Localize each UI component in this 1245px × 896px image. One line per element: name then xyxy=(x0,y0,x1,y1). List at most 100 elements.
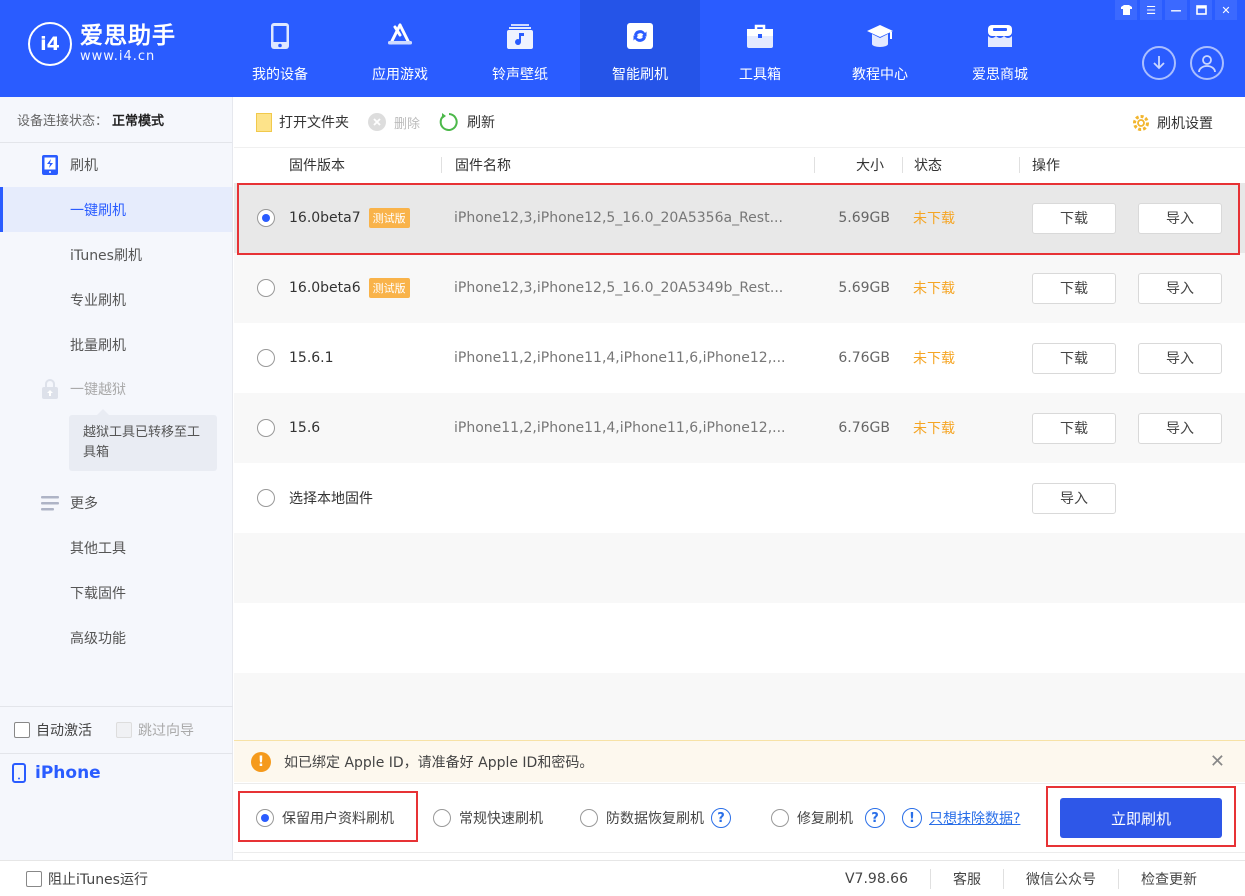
mode-quick-flash[interactable]: 常规快速刷机 xyxy=(433,808,543,828)
logo: i4 爱思助手 www.i4.cn xyxy=(28,22,176,66)
mode-repair-flash[interactable]: 修复刷机 ? xyxy=(771,808,885,828)
sidebar-item-jailbreak[interactable]: 一键越狱 xyxy=(0,367,232,411)
jailbreak-moved-tip: 越狱工具已转移至工具箱 xyxy=(69,409,217,471)
status-badge: 未下载 xyxy=(913,211,955,227)
gear-icon xyxy=(1131,113,1151,133)
skip-guide-checkbox[interactable] xyxy=(116,722,132,738)
window-controls: ☰ — ✕ xyxy=(1115,0,1237,20)
info-icon: ! xyxy=(902,808,922,828)
nav-tutorials[interactable]: 教程中心 xyxy=(820,0,940,97)
nav-apps-games[interactable]: 应用游戏 xyxy=(340,0,460,97)
table-row[interactable]: 15.6.1 iPhone11,2,iPhone11,4,iPhone11,6,… xyxy=(234,323,1245,393)
refresh-box-icon xyxy=(626,22,654,50)
sidebar-item-itunes-flash[interactable]: iTunes刷机 xyxy=(0,232,232,277)
sidebar-item-one-click-flash[interactable]: 一键刷机 xyxy=(0,187,232,232)
import-local-button[interactable]: 导入 xyxy=(1032,482,1116,514)
empty-row xyxy=(234,603,1245,673)
download-button[interactable]: 下载 xyxy=(1032,202,1116,234)
wechat-link[interactable]: 微信公众号 xyxy=(1003,868,1118,889)
check-update-link[interactable]: 检查更新 xyxy=(1118,868,1219,889)
close-icon[interactable]: ✕ xyxy=(1215,0,1237,20)
app-store-icon xyxy=(386,22,414,50)
beta-badge: 测试版 xyxy=(368,278,410,298)
open-folder-button[interactable]: 打开文件夹 xyxy=(256,112,349,132)
import-button[interactable]: 导入 xyxy=(1138,342,1222,374)
refresh-button[interactable]: 刷新 xyxy=(438,111,495,133)
empty-row xyxy=(234,533,1245,603)
maximize-icon[interactable] xyxy=(1190,0,1212,20)
row-radio[interactable] xyxy=(257,349,275,367)
sidebar-item-batch-flash[interactable]: 批量刷机 xyxy=(0,322,232,367)
logo-url: www.i4.cn xyxy=(80,49,156,64)
phone-icon xyxy=(266,22,294,50)
menu-lines-icon xyxy=(40,493,60,513)
col-name: 固件名称 xyxy=(455,158,511,174)
sidebar-group-flash: 刷机 xyxy=(0,143,232,187)
store-icon xyxy=(986,22,1014,50)
auto-activate-checkbox[interactable] xyxy=(14,722,30,738)
block-itunes-option[interactable]: 阻止iTunes运行 xyxy=(26,869,148,889)
row-radio[interactable] xyxy=(257,489,275,507)
customer-service-link[interactable]: 客服 xyxy=(930,868,1003,889)
connection-mode: 正常模式 xyxy=(112,114,165,129)
download-icon[interactable] xyxy=(1142,46,1176,80)
nav-ringtones[interactable]: 铃声壁纸 xyxy=(460,0,580,97)
help-icon[interactable]: ? xyxy=(711,808,731,828)
local-firmware-row[interactable]: 选择本地固件 导入 xyxy=(234,463,1245,533)
sidebar-item-other-tools[interactable]: 其他工具 xyxy=(0,525,232,570)
table-row[interactable]: 15.6 iPhone11,2,iPhone11,4,iPhone11,6,iP… xyxy=(234,393,1245,463)
connection-status: 设备连接状态： 正常模式 xyxy=(0,97,232,143)
delete-button[interactable]: 删除 xyxy=(367,112,420,132)
row-radio[interactable] xyxy=(257,209,275,227)
download-button[interactable]: 下载 xyxy=(1032,412,1116,444)
import-button[interactable]: 导入 xyxy=(1138,272,1222,304)
warning-icon: ! xyxy=(251,751,271,772)
refresh-icon xyxy=(438,111,460,133)
table-row[interactable]: 16.0beta6 测试版 iPhone12,3,iPhone12,5_16.0… xyxy=(234,253,1245,323)
flash-mode-options: 保留用户资料刷机 常规快速刷机 防数据恢复刷机 ? 修复刷机 ? ! 只想抹除数… xyxy=(234,783,1245,853)
nav-store[interactable]: 爱思商城 xyxy=(940,0,1060,97)
status-badge: 未下载 xyxy=(913,351,955,367)
delete-icon xyxy=(367,112,387,132)
nav-my-device[interactable]: 我的设备 xyxy=(220,0,340,97)
device-indicator[interactable]: iPhone xyxy=(12,763,101,783)
notice-bar: ! 如已绑定 Apple ID，请准备好 Apple ID和密码。 ✕ xyxy=(234,740,1245,782)
col-size: 大小 xyxy=(856,158,884,174)
beta-badge: 测试版 xyxy=(368,208,410,228)
minimize-icon[interactable]: — xyxy=(1165,0,1187,20)
row-radio[interactable] xyxy=(257,419,275,437)
flash-now-button[interactable]: 立即刷机 xyxy=(1060,798,1222,838)
mode-keep-data[interactable]: 保留用户资料刷机 xyxy=(256,808,394,828)
nav-smart-flash[interactable]: 智能刷机 xyxy=(580,0,700,97)
erase-data-link[interactable]: ! 只想抹除数据? xyxy=(902,808,1020,828)
table-row[interactable]: 16.0beta7 测试版 iPhone12,3,iPhone12,5_16.0… xyxy=(234,183,1245,253)
download-button[interactable]: 下载 xyxy=(1032,272,1116,304)
nav-toolbox[interactable]: 工具箱 xyxy=(700,0,820,97)
music-icon xyxy=(506,22,534,50)
sidebar: 设备连接状态： 正常模式 刷机 一键刷机 iTunes刷机 专业刷机 批量刷机 … xyxy=(0,97,233,860)
sidebar-item-pro-flash[interactable]: 专业刷机 xyxy=(0,277,232,322)
user-icon[interactable] xyxy=(1190,46,1224,80)
status-bar: 阻止iTunes运行 V7.98.66 客服 微信公众号 检查更新 xyxy=(0,860,1245,896)
flash-phone-icon xyxy=(40,155,60,175)
menu-icon[interactable]: ☰ xyxy=(1140,0,1162,20)
block-itunes-checkbox[interactable] xyxy=(26,870,42,887)
col-version: 固件版本 xyxy=(289,158,345,174)
toolbox-icon xyxy=(746,22,774,50)
close-notice-icon[interactable]: ✕ xyxy=(1210,751,1225,772)
table-header: 固件版本 固件名称 大小 状态 操作 xyxy=(234,148,1245,182)
download-button[interactable]: 下载 xyxy=(1032,342,1116,374)
main-nav: 我的设备 应用游戏 铃声壁纸 智能刷机 工具箱 教程中心 爱思商城 xyxy=(220,0,1060,97)
row-radio[interactable] xyxy=(257,279,275,297)
flash-settings-button[interactable]: 刷机设置 xyxy=(1131,113,1213,133)
sidebar-item-advanced[interactable]: 高级功能 xyxy=(0,615,232,660)
import-button[interactable]: 导入 xyxy=(1138,412,1222,444)
import-button[interactable]: 导入 xyxy=(1138,202,1222,234)
help-icon[interactable]: ? xyxy=(865,808,885,828)
mode-anti-recovery[interactable]: 防数据恢复刷机 ? xyxy=(580,808,731,828)
col-action: 操作 xyxy=(1032,158,1060,174)
skin-icon[interactable] xyxy=(1115,0,1137,20)
sidebar-options: 自动激活 跳过向导 xyxy=(0,706,233,754)
version-label: V7.98.66 xyxy=(844,870,908,887)
sidebar-item-download-firmware[interactable]: 下载固件 xyxy=(0,570,232,615)
